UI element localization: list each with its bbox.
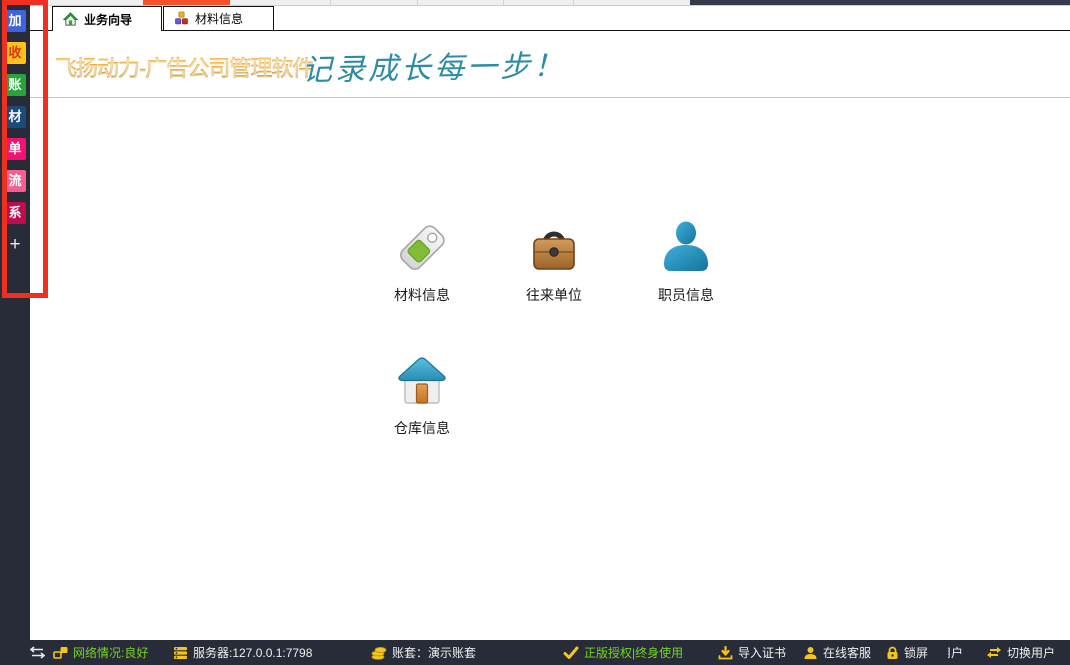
top-strip-divider	[330, 0, 331, 5]
shortcut-label: 材料信息	[394, 285, 450, 305]
collapse-statusbar-toggle[interactable]	[30, 640, 45, 665]
sidebar-item-account[interactable]: 账	[4, 74, 26, 96]
user-item-partial[interactable]: 用户	[948, 640, 973, 665]
sidebar-item-flow[interactable]: 流	[4, 170, 26, 192]
header-banner: 飞扬动力-广告公司管理软件 记录成长每一步！	[30, 31, 1070, 98]
download-icon	[718, 646, 733, 660]
shortcut-employee-info[interactable]: 职员信息	[631, 220, 741, 305]
import-certificate-button[interactable]: 导入证书	[718, 640, 786, 665]
app-slogan: 记录成长每一步！	[302, 41, 567, 90]
coins-icon	[371, 646, 387, 660]
sidebar-item-receive[interactable]: 收	[4, 42, 26, 64]
sidebar-item-add[interactable]: 加	[4, 10, 26, 32]
tab-label: 材料信息	[195, 10, 243, 27]
switch-user-label: 切换用户	[1007, 644, 1055, 661]
tab-bar: 业务向导 材料信息	[30, 6, 1070, 31]
shortcut-label: 往来单位	[526, 285, 582, 305]
briefcase-icon	[526, 220, 582, 276]
sidebar-item-material[interactable]: 材	[4, 106, 26, 128]
sidebar-add-button[interactable]: +	[4, 234, 26, 256]
account-set-status: 账套：演示账套	[371, 640, 476, 665]
network-status-text: 网络情况:良好	[73, 644, 148, 661]
network-status: 网络情况:良好	[53, 640, 148, 665]
status-bar: 网络情况:良好 服务器:127.0.0.1:7798 账套：演示账套 正版授权|…	[0, 640, 1070, 665]
check-icon	[563, 646, 579, 660]
person-icon	[659, 220, 713, 276]
online-service-button[interactable]: 在线客服	[803, 640, 871, 665]
server-status: 服务器:127.0.0.1:7798	[173, 640, 312, 665]
home-icon	[63, 12, 78, 27]
license-status-text: 正版授权|终身使用	[584, 644, 683, 661]
top-strip-divider	[503, 0, 504, 5]
server-icon	[173, 646, 188, 660]
switch-user-button[interactable]: 切换用户	[986, 640, 1055, 665]
lock-icon	[886, 646, 899, 660]
top-strip-dark-segment	[690, 0, 1070, 5]
tab-business-wizard[interactable]: 业务向导	[52, 6, 162, 31]
user-item-partial-label: 用户	[948, 644, 973, 661]
tab-label: 业务向导	[84, 11, 132, 28]
sidebar-item-system[interactable]: 系	[4, 202, 26, 224]
shortcut-label: 职员信息	[658, 285, 714, 305]
lock-screen-button[interactable]: 锁屏	[886, 640, 928, 665]
app-logo-text: 飞扬动力-广告公司管理软件	[55, 51, 313, 83]
warehouse-icon	[394, 353, 450, 409]
shortcut-label: 仓库信息	[394, 418, 450, 438]
support-person-icon	[803, 646, 818, 660]
cubes-icon	[174, 11, 189, 26]
shortcut-material-info[interactable]: 材料信息	[367, 220, 477, 305]
switch-arrows-icon	[986, 646, 1002, 659]
swap-vertical-icon	[30, 646, 45, 659]
shortcut-warehouse-info[interactable]: 仓库信息	[367, 353, 477, 438]
sidebar: 加 收 账 材 单 流 系 +	[0, 0, 30, 640]
shortcut-business-partners[interactable]: 往来单位	[499, 220, 609, 305]
server-status-text: 服务器:127.0.0.1:7798	[193, 644, 312, 661]
online-service-label: 在线客服	[823, 644, 871, 661]
sidebar-item-order[interactable]: 单	[4, 138, 26, 160]
lock-screen-label: 锁屏	[904, 644, 928, 661]
license-status: 正版授权|终身使用	[563, 640, 683, 665]
import-certificate-label: 导入证书	[738, 644, 786, 661]
tag-icon	[394, 220, 450, 276]
main-content: 材料信息 往来单位 职员信息	[30, 98, 1070, 640]
top-strip-orange-segment	[143, 0, 230, 5]
network-link-icon	[53, 646, 68, 660]
tab-material-info[interactable]: 材料信息	[163, 6, 274, 30]
top-strip-divider	[417, 0, 418, 5]
top-strip-divider	[573, 0, 574, 5]
account-set-text: 账套：演示账套	[392, 644, 476, 661]
